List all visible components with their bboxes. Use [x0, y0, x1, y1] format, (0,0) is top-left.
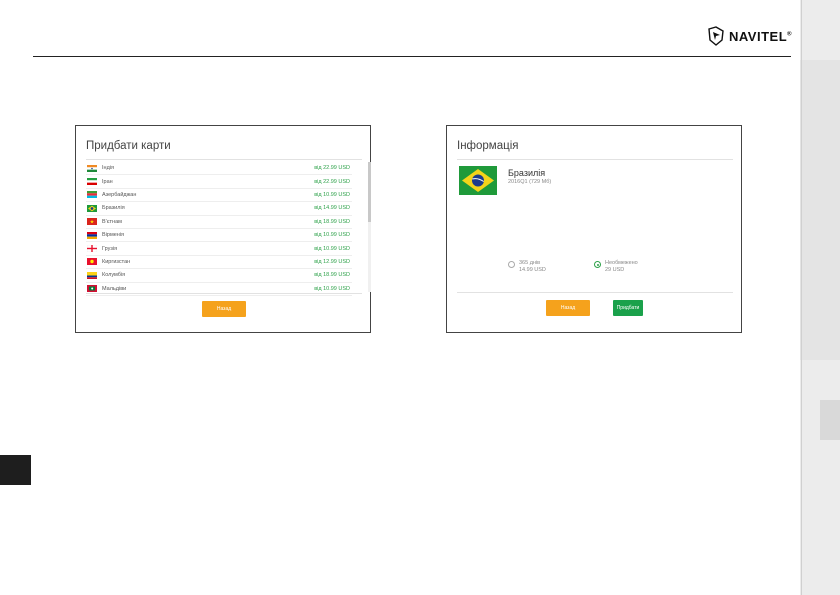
scrollbar-thumb[interactable] — [368, 162, 371, 222]
country-row[interactable]: Грузія від 10.99 USD — [86, 242, 352, 256]
iran-flag-icon — [87, 178, 97, 186]
buy-button[interactable]: Придбати — [613, 300, 643, 316]
map-version-size: 2016Q1 (729 Мб) — [508, 179, 552, 185]
country-row[interactable]: В'єтнам від 18.99 USD — [86, 216, 352, 229]
side-margin-mark — [820, 400, 840, 440]
map-name: Бразилія — [508, 168, 546, 178]
navitel-logo: NAVITEL® — [706, 22, 792, 50]
brazil-flag-icon — [459, 166, 497, 195]
country-row[interactable]: Вірменія від 10.99 USD — [86, 229, 352, 243]
panel-title: Придбати карти — [86, 140, 171, 152]
title-divider — [86, 159, 362, 160]
country-row[interactable]: Киргизстан від 12.99 USD — [86, 256, 352, 270]
maldives-flag-icon — [87, 285, 97, 293]
vietnam-flag-icon — [87, 218, 97, 226]
georgia-flag-icon — [87, 245, 97, 253]
license-option-365-days[interactable]: 365 днів 14.99 USD — [508, 260, 546, 274]
radio-button-selected[interactable] — [594, 261, 601, 268]
back-button[interactable]: Назад — [546, 300, 590, 316]
country-row[interactable]: Індія від 22.99 USD — [86, 162, 352, 176]
page-tab-marker — [0, 455, 31, 485]
title-divider — [457, 159, 733, 160]
navitel-logo-icon — [708, 26, 724, 46]
header-rule — [33, 56, 791, 57]
country-row[interactable]: Азербайджан від 10.99 USD — [86, 189, 352, 203]
country-list: Індія від 22.99 USD Іран від 22.99 USD А… — [86, 162, 352, 296]
brazil-flag-icon — [87, 204, 97, 212]
buy-maps-screen: Придбати карти Індія від 22.99 USD Іран … — [75, 125, 371, 333]
side-margin-shade — [800, 60, 840, 360]
azerbaijan-flag-icon — [87, 191, 97, 199]
india-flag-icon — [87, 164, 97, 172]
map-info-screen: Інформація Бразилія 2016Q1 (729 Мб) 365 … — [446, 125, 742, 333]
country-row[interactable]: Іран від 22.99 USD — [86, 175, 352, 189]
side-margin-divider — [801, 0, 802, 595]
kyrgyzstan-flag-icon — [87, 258, 97, 266]
country-row[interactable]: Бразилія від 14.99 USD — [86, 202, 352, 216]
bottom-divider — [457, 292, 733, 293]
colombia-flag-icon — [87, 271, 97, 279]
panel-title: Інформація — [457, 140, 519, 152]
country-row[interactable]: Колумбія від 18.99 USD — [86, 269, 352, 283]
list-scrollbar[interactable] — [368, 162, 371, 292]
license-option-unlimited[interactable]: Необмежено 29 USD — [594, 260, 638, 274]
radio-button[interactable] — [508, 261, 515, 268]
armenia-flag-icon — [87, 231, 97, 239]
list-bottom-divider — [86, 293, 362, 294]
back-button[interactable]: Назад — [202, 301, 246, 317]
navitel-wordmark: NAVITEL® — [729, 28, 793, 44]
